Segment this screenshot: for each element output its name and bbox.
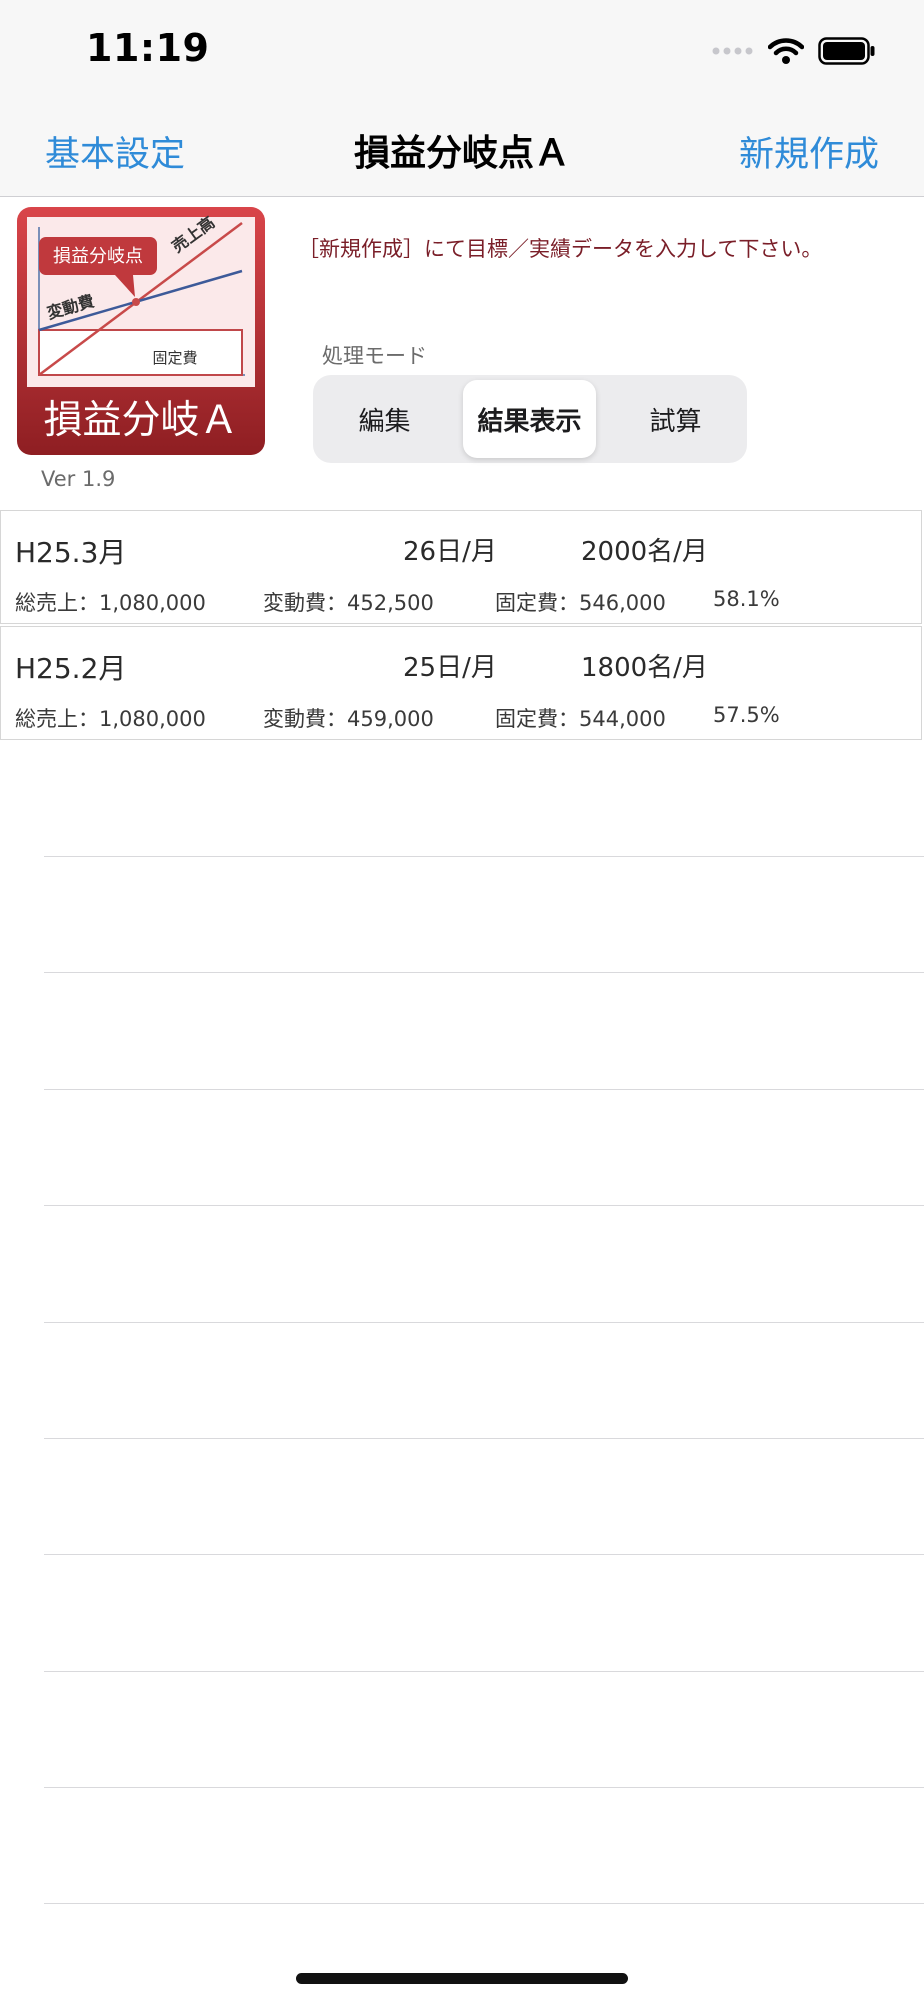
empty-row-separator: [44, 1322, 924, 1323]
battery-icon: [818, 37, 875, 65]
mode-segmented-control: 編集 結果表示 試算: [313, 375, 747, 463]
instruction-text: ［新規作成］にて目標／実績データを入力して下さい。: [298, 237, 823, 261]
record-rate: 58.1%: [713, 587, 780, 611]
record-days: 25日/月: [403, 653, 497, 683]
empty-row-separator: [44, 1438, 924, 1439]
app-logo-icon: 固定費 変動費 売上高 損益分岐点 損益分岐Ａ: [17, 207, 265, 455]
header-area: 固定費 変動費 売上高 損益分岐点 損益分岐Ａ Ver 1.9 ［新規作成］にて…: [0, 197, 924, 509]
navigation-bar: 基本設定 損益分岐点Ａ 新規作成: [0, 100, 924, 197]
empty-row-separator: [44, 1787, 924, 1788]
record-month: H25.3月: [15, 536, 127, 569]
wifi-icon: [768, 38, 804, 64]
record-sales: 総売上：1,080,000: [15, 707, 206, 731]
empty-row-separator: [44, 972, 924, 973]
empty-row-separator: [44, 856, 924, 857]
empty-row-separator: [44, 1903, 924, 1904]
mode-edit-segment[interactable]: 編集: [318, 380, 451, 458]
status-bar: 11:19: [0, 0, 924, 100]
mode-label: 処理モード: [322, 344, 427, 368]
record-sales: 総売上：1,080,000: [15, 591, 206, 615]
record-rate: 57.5%: [713, 703, 780, 727]
empty-row-separator: [44, 1205, 924, 1206]
mode-result-segment[interactable]: 結果表示: [463, 380, 596, 458]
record-row-1[interactable]: H25.3月 26日/月 2000名/月 総売上：1,080,000 変動費：4…: [0, 510, 922, 624]
mode-trial-segment[interactable]: 試算: [609, 380, 742, 458]
empty-row-separator: [44, 1089, 924, 1090]
status-time: 11:19: [86, 26, 210, 70]
record-days: 26日/月: [403, 537, 497, 567]
record-row-2[interactable]: H25.2月 25日/月 1800名/月 総売上：1,080,000 変動費：4…: [0, 626, 922, 740]
record-fixed-cost: 固定費：544,000: [495, 707, 666, 731]
status-icons: [712, 34, 876, 68]
cellular-signal-icon: [712, 47, 753, 55]
empty-row-separator: [44, 1554, 924, 1555]
record-variable-cost: 変動費：459,000: [263, 707, 434, 731]
home-indicator[interactable]: [296, 1973, 628, 1984]
empty-row-separator: [44, 1671, 924, 1672]
record-people: 1800名/月: [581, 653, 708, 683]
version-label: Ver 1.9: [41, 467, 116, 491]
record-people: 2000名/月: [581, 537, 708, 567]
record-fixed-cost: 固定費：546,000: [495, 591, 666, 615]
record-variable-cost: 変動費：452,500: [263, 591, 434, 615]
record-month: H25.2月: [15, 652, 127, 685]
icon-bubble-label: 損益分岐点: [53, 246, 143, 267]
icon-banner-label: 損益分岐Ａ: [43, 398, 238, 443]
icon-fixed-label: 固定費: [152, 349, 197, 367]
new-create-button[interactable]: 新規作成: [739, 126, 879, 177]
